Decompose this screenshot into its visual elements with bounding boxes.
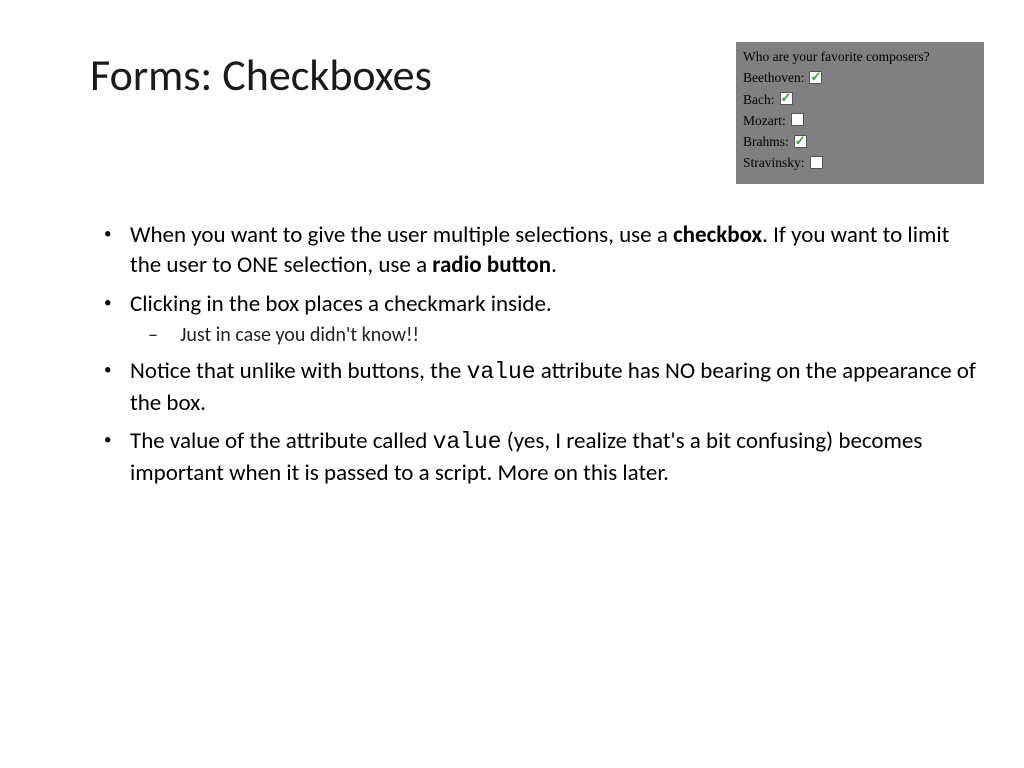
form-sample-box: Who are your favorite composers? Beethov… xyxy=(736,42,984,184)
checkbox-beethoven[interactable] xyxy=(809,71,822,84)
sub-bullet-text: Just in case you didn't know!! xyxy=(180,323,419,347)
checkbox-brahms[interactable] xyxy=(794,135,807,148)
slide-body: When you want to give the user multiple … xyxy=(98,220,980,496)
bullet-text: . xyxy=(551,251,557,279)
slide-title: Forms: Checkboxes xyxy=(90,48,432,102)
bullet-item: Notice that unlike with buttons, the val… xyxy=(98,356,980,418)
checkbox-label: Mozart: xyxy=(743,111,786,131)
checkbox-label: Stravinsky: xyxy=(743,153,805,173)
checkbox-mozart[interactable] xyxy=(791,113,804,126)
bullet-bold: radio button xyxy=(432,251,551,279)
checkbox-stravinsky[interactable] xyxy=(810,156,823,169)
bullet-text: When you want to give the user multiple … xyxy=(130,221,673,249)
checkbox-label: Bach: xyxy=(743,90,775,110)
sub-bullet-item: Just in case you didn't know!! xyxy=(130,322,980,348)
bullet-item: The value of the attribute called value … xyxy=(98,426,980,488)
checkbox-bach[interactable] xyxy=(780,92,793,105)
bullet-bold: checkbox xyxy=(673,221,762,249)
form-row: Mozart: xyxy=(743,111,977,131)
form-question: Who are your favorite composers? xyxy=(743,47,977,67)
form-row: Stravinsky: xyxy=(743,153,977,173)
bullet-text: Clicking in the box places a checkmark i… xyxy=(130,290,552,318)
bullet-item: When you want to give the user multiple … xyxy=(98,220,980,281)
code-text: value xyxy=(433,429,502,455)
bullet-text: The value of the attribute called xyxy=(130,427,433,455)
bullet-item: Clicking in the box places a checkmark i… xyxy=(98,289,980,349)
form-row: Bach: xyxy=(743,90,977,110)
checkbox-label: Brahms: xyxy=(743,132,789,152)
form-row: Brahms: xyxy=(743,132,977,152)
bullet-text: Notice that unlike with buttons, the xyxy=(130,357,467,385)
form-row: Beethoven: xyxy=(743,68,977,88)
checkbox-label: Beethoven: xyxy=(743,68,804,88)
code-text: value xyxy=(467,359,536,385)
